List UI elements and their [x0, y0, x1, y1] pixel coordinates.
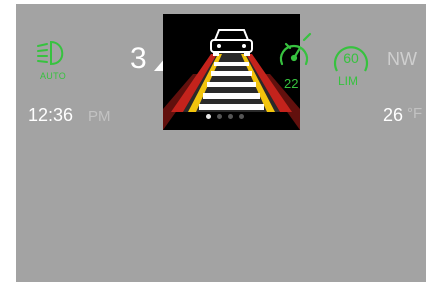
cluster-display: AUTO 3 22 60 LIM NW 12:36 PM 26 °F [16, 4, 426, 282]
cruise-set-speed: 22 [284, 76, 299, 91]
page-indicator[interactable] [206, 114, 244, 119]
auto-headlight-icon [37, 40, 64, 66]
speed-limit-value: 60 [343, 50, 359, 66]
compass-heading: NW [387, 49, 417, 69]
page-dot[interactable] [228, 114, 233, 119]
temperature-unit: °F [407, 105, 423, 122]
speed-limit-label: LIM [338, 74, 359, 88]
page-dot[interactable] [206, 114, 211, 119]
lead-vehicle-icon [210, 29, 253, 56]
outside-temperature: 26 [383, 105, 404, 125]
headlight-auto-label: AUTO [40, 71, 67, 81]
page-dot[interactable] [239, 114, 244, 119]
gear-indicator: 3 [130, 42, 147, 75]
clock-time: 12:36 [28, 105, 74, 125]
adaptive-cruise-icon [279, 32, 312, 66]
page-dot[interactable] [217, 114, 222, 119]
clock-ampm: PM [88, 108, 111, 125]
